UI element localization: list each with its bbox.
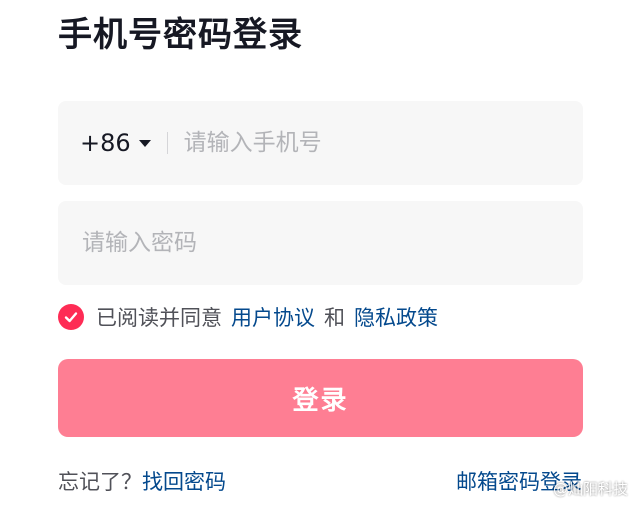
- caret-down-icon: [138, 139, 151, 147]
- country-code-selector[interactable]: +86: [58, 101, 151, 185]
- forgot-password-text: 忘记了？: [58, 470, 142, 494]
- phone-field: +86: [58, 101, 583, 185]
- agreement-checkbox[interactable]: [58, 304, 84, 330]
- password-field: [58, 201, 583, 285]
- phone-number-input[interactable]: [167, 112, 583, 174]
- user-agreement-link[interactable]: 用户协议: [231, 302, 315, 332]
- password-input[interactable]: [80, 212, 583, 274]
- login-button[interactable]: 登录: [58, 359, 583, 437]
- country-code-label: +86: [80, 129, 131, 157]
- forgot-password-row: 忘记了？找回密码: [58, 466, 226, 496]
- watermark: @灿阳科技: [552, 480, 628, 498]
- agreement-and-text: 和: [324, 306, 345, 330]
- page-title: 手机号密码登录: [58, 15, 303, 55]
- check-icon: [64, 312, 78, 323]
- agreement-text: 已阅读并同意: [96, 306, 222, 330]
- privacy-policy-link[interactable]: 隐私政策: [354, 302, 438, 332]
- recover-password-link[interactable]: 找回密码: [142, 470, 226, 494]
- agreement-row: 已阅读并同意 用户协议 和 隐私政策: [58, 299, 438, 335]
